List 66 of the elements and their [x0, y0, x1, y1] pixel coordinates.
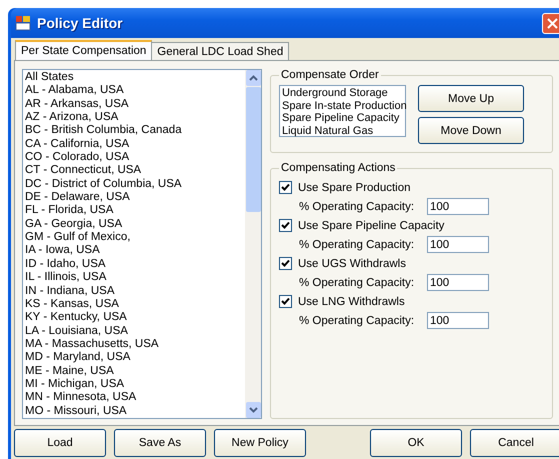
capacity-field[interactable]: 100: [427, 274, 489, 291]
checkbox[interactable]: [279, 219, 292, 232]
state-item[interactable]: ME - Maine, USA: [25, 364, 243, 378]
window-title: Policy Editor: [37, 15, 123, 31]
state-item[interactable]: CA - California, USA: [25, 138, 243, 152]
dialog-button[interactable]: OK: [370, 429, 462, 457]
close-button[interactable]: [542, 12, 559, 34]
state-item[interactable]: GM - Gulf of Mexico,: [25, 231, 243, 244]
state-item[interactable]: MD - Maryland, USA: [25, 351, 243, 365]
state-item[interactable]: DC - District of Columbia, USA: [25, 178, 243, 192]
group-title: Compensating Actions: [280, 162, 396, 174]
state-item[interactable]: MN - Minnesota, USA: [25, 391, 243, 405]
state-item[interactable]: CO - Colorado, USA: [25, 151, 243, 164]
state-item[interactable]: DE - Delaware, USA: [25, 191, 243, 204]
tab[interactable]: Per State Compensation: [15, 40, 152, 60]
scroll-up-icon[interactable]: [246, 70, 260, 86]
state-item[interactable]: GA - Georgia, USA: [25, 218, 243, 232]
state-item[interactable]: AL - Alabama, USA: [25, 84, 243, 98]
capacity-label: % Operating Capacity:: [299, 200, 416, 212]
scrollbar[interactable]: [245, 70, 261, 418]
app-icon: [15, 15, 31, 31]
state-item[interactable]: MO - Missouri, USA: [25, 404, 243, 418]
state-item[interactable]: AZ - Arizona, USA: [25, 111, 243, 124]
dialog-button[interactable]: Load: [14, 429, 106, 457]
capacity-field[interactable]: 100: [427, 198, 489, 215]
state-item[interactable]: AR - Arkansas, USA: [25, 98, 243, 112]
capacity-label: % Operating Capacity:: [299, 276, 416, 288]
capacity-label: % Operating Capacity:: [299, 238, 416, 250]
checkbox-label: Use LNG Withdrawls: [298, 296, 405, 308]
state-item[interactable]: IA - Iowa, USA: [25, 244, 243, 258]
group-title: Compensate Order: [280, 69, 380, 81]
checkbox-label: Use Spare Production: [298, 182, 411, 194]
move-button[interactable]: Move Up: [418, 85, 524, 112]
state-item[interactable]: IN - Indiana, USA: [25, 284, 243, 298]
state-item[interactable]: BC - British Columbia, Canada: [25, 124, 243, 138]
dialog-button[interactable]: Cancel: [470, 429, 559, 457]
tab[interactable]: General LDC Load Shed: [151, 42, 290, 60]
state-item[interactable]: CT - Connecticut, USA: [25, 164, 243, 178]
order-item[interactable]: Underground Storage: [282, 87, 403, 100]
state-item[interactable]: MI - Michigan, USA: [25, 378, 243, 392]
state-item[interactable]: MA - Massachusetts, USA: [25, 338, 243, 352]
state-item[interactable]: KY - Kentucky, USA: [25, 311, 243, 325]
capacity-field[interactable]: 100: [427, 312, 489, 329]
order-item[interactable]: Spare Pipeline Capacity: [282, 112, 403, 124]
state-item[interactable]: All States: [25, 71, 243, 84]
checkbox[interactable]: [279, 295, 292, 308]
scroll-thumb[interactable]: [246, 87, 260, 212]
state-item[interactable]: IL - Illinois, USA: [25, 271, 243, 284]
state-item[interactable]: FL - Florida, USA: [25, 204, 243, 218]
checkbox-label: Use UGS Withdrawls: [298, 258, 406, 270]
scroll-down-icon[interactable]: [246, 402, 260, 418]
order-item[interactable]: Liquid Natural Gas: [282, 124, 403, 137]
state-list[interactable]: [22, 69, 262, 419]
dialog-button[interactable]: Save As: [114, 429, 206, 457]
state-item[interactable]: KS - Kansas, USA: [25, 298, 243, 312]
checkbox[interactable]: [279, 181, 292, 194]
order-list[interactable]: Underground Storage Spare In-state Production Spare Pipeline Capacity Liquid Natural Gas: [279, 85, 406, 137]
capacity-field[interactable]: 100: [427, 236, 489, 253]
checkbox[interactable]: [279, 257, 292, 270]
close-icon: [547, 18, 558, 28]
state-item[interactable]: LA - Louisiana, USA: [25, 324, 243, 338]
dialog-button[interactable]: New Policy: [214, 429, 306, 457]
checkbox-label: Use Spare Pipeline Capacity: [298, 220, 444, 232]
state-item[interactable]: ID - Idaho, USA: [25, 258, 243, 272]
move-button[interactable]: Move Down: [418, 117, 524, 144]
capacity-label: % Operating Capacity:: [299, 314, 416, 326]
